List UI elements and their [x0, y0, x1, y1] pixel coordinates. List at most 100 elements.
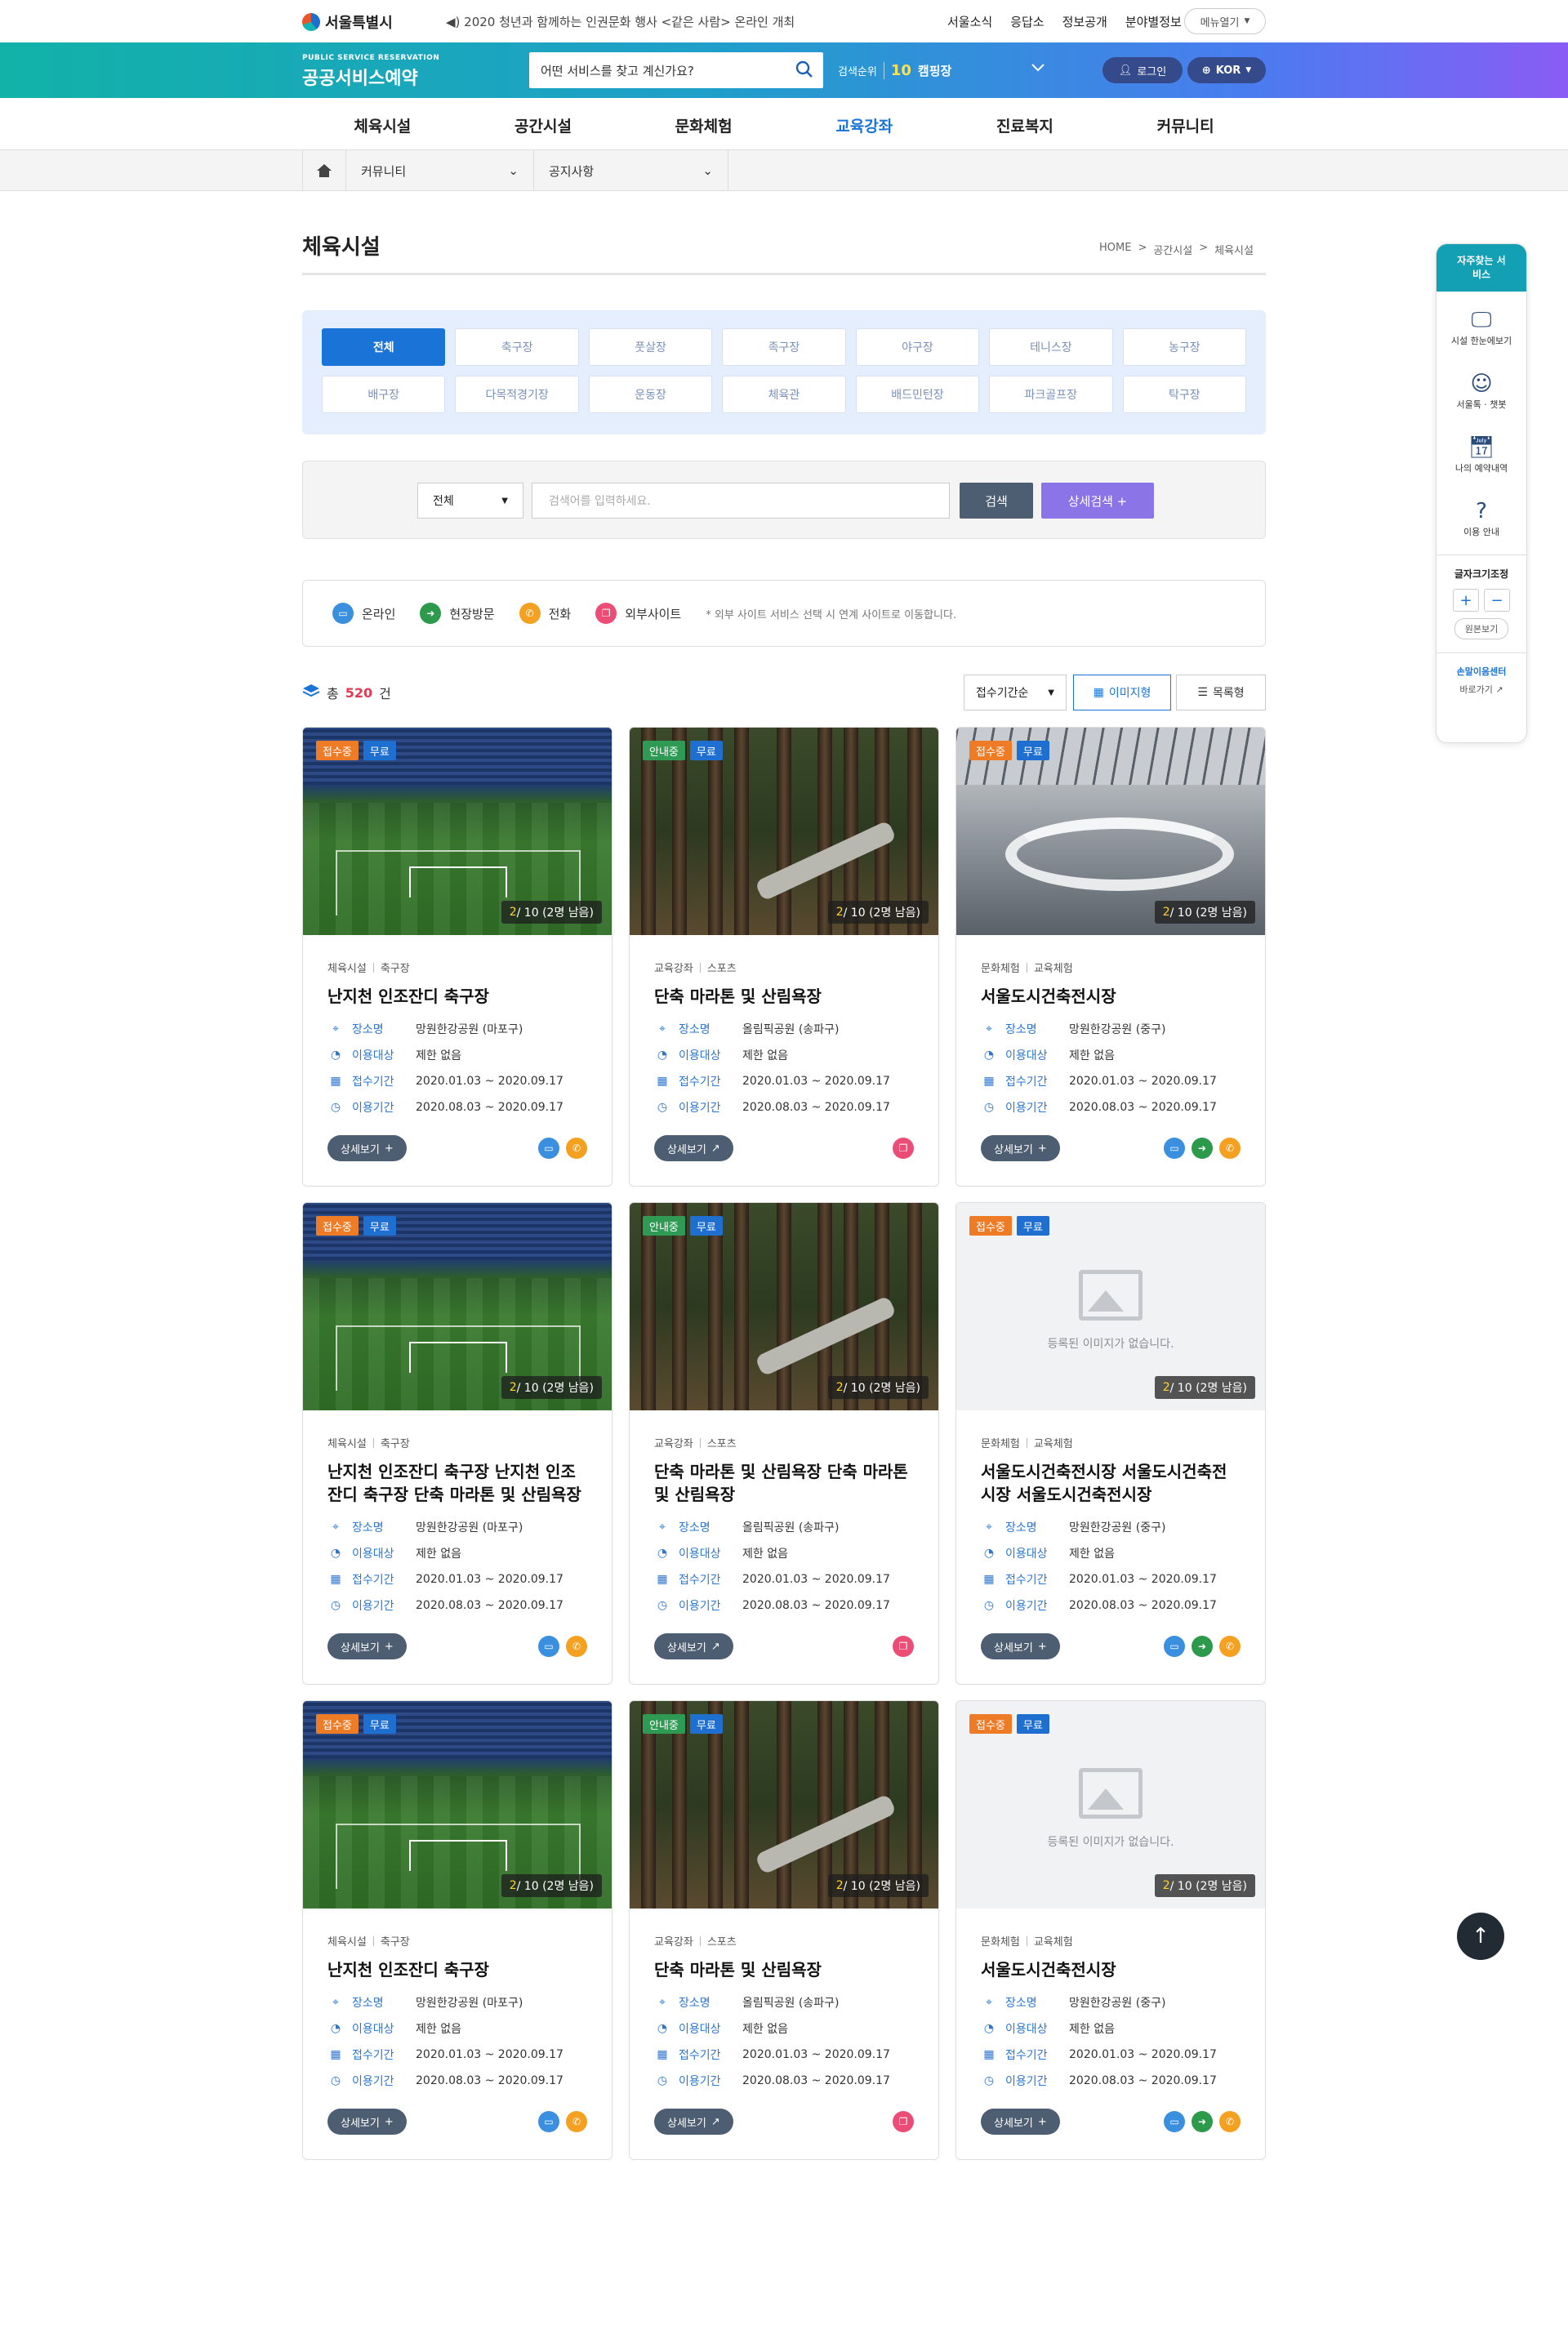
category-chip[interactable]: 농구장 — [1122, 328, 1246, 366]
facility-card[interactable]: 접수중 무료 2 / 10 (2명 남음) 체육시설 축구장 난지천 인조잔디 축구장 ⌖ 장… — [302, 727, 612, 1187]
phone-icon[interactable]: ✆ — [566, 1636, 587, 1657]
card-image[interactable]: 안내중 무료 2 / 10 (2명 남음) — [630, 1203, 938, 1410]
card-image[interactable]: 등록된 이미지가 없습니다. 접수중 무료 2 / 10 (2명 남음) — [956, 1203, 1265, 1410]
facility-card[interactable]: 안내중 무료 2 / 10 (2명 남음) 교육강좌 스포츠 단축 마라톤 및 산림욕장 ⌖… — [629, 727, 939, 1187]
login-button[interactable]: 👤︎ 로그인 — [1102, 57, 1183, 83]
facility-card[interactable]: 등록된 이미지가 없습니다. 접수중 무료 2 / 10 (2명 남음) 문화체험 교육체… — [956, 1202, 1266, 1685]
card-image[interactable]: 접수중 무료 2 / 10 (2명 남음) — [303, 728, 612, 935]
category-chip[interactable]: 야구장 — [855, 328, 980, 366]
card-image[interactable]: 접수중 무료 2 / 10 (2명 남음) — [956, 728, 1265, 935]
chevron-down-icon[interactable] — [1031, 60, 1045, 76]
enter-icon[interactable]: ➜ — [1192, 1138, 1213, 1159]
enter-icon[interactable]: ➜ — [1192, 2111, 1213, 2132]
seoul-logo[interactable]: 서울특별시 — [302, 11, 393, 33]
card-title[interactable]: 난지천 인조잔디 축구장 — [327, 1958, 587, 1981]
external-site-icon[interactable]: ❐ — [893, 2111, 914, 2132]
category-chip[interactable]: 운동장 — [588, 376, 713, 413]
category-chip[interactable]: 전체 — [322, 328, 446, 366]
category-chip[interactable]: 테니스장 — [989, 328, 1113, 366]
util-link-response[interactable]: 응답소 — [1010, 13, 1044, 30]
detail-button[interactable]: 상세보기 + — [981, 1633, 1060, 1659]
font-minus-button[interactable]: − — [1484, 589, 1510, 612]
location-dropdown-2[interactable]: 공지사항 ⌄ — [534, 150, 728, 191]
nav-education[interactable]: 교육강좌 — [835, 114, 893, 136]
view-list-button[interactable]: ☰ 목록형 — [1176, 675, 1266, 710]
phone-icon[interactable]: ✆ — [566, 2111, 587, 2132]
font-plus-button[interactable]: + — [1453, 589, 1479, 612]
search-input[interactable]: 어떤 서비스를 찾고 계신가요? — [529, 52, 823, 88]
language-select[interactable]: ⊕ KOR ▼ — [1187, 57, 1266, 83]
view-image-button[interactable]: ▦ 이미지형 — [1073, 675, 1171, 710]
monitor-icon[interactable]: ▭ — [1164, 1138, 1185, 1159]
card-title[interactable]: 서울도시건축전시장 — [981, 1958, 1241, 1981]
detail-button[interactable]: 상세보기 + — [327, 1633, 407, 1659]
detail-button[interactable]: 상세보기 ↗ — [654, 1135, 733, 1161]
facility-card[interactable]: 접수중 무료 2 / 10 (2명 남음) 문화체험 교육체험 서울도시건축전시장 ⌖ 장소명… — [956, 727, 1266, 1187]
monitor-icon[interactable]: ▭ — [538, 1138, 559, 1159]
home-icon[interactable] — [302, 150, 346, 191]
search-button[interactable]: 검색 — [960, 483, 1033, 519]
external-site-icon[interactable]: ❐ — [893, 1636, 914, 1657]
card-title[interactable]: 단축 마라톤 및 산림욕장 — [654, 1958, 914, 1981]
category-chip[interactable]: 탁구장 — [1122, 376, 1246, 413]
sort-select[interactable]: 접수기간순 ▼ — [964, 675, 1067, 710]
detail-button[interactable]: 상세보기 + — [981, 1135, 1060, 1161]
phone-icon[interactable]: ✆ — [1219, 1138, 1241, 1159]
detail-button[interactable]: 상세보기 + — [327, 2109, 407, 2135]
detail-button[interactable]: 상세보기 + — [327, 1135, 407, 1161]
phone-icon[interactable]: ✆ — [566, 1138, 587, 1159]
monitor-icon[interactable]: ▭ — [1164, 2111, 1185, 2132]
category-chip[interactable]: 다목적경기장 — [455, 376, 579, 413]
scroll-top-button[interactable]: ↑ — [1457, 1913, 1504, 1960]
external-site-icon[interactable]: ❐ — [893, 1138, 914, 1159]
card-title[interactable]: 난지천 인조잔디 축구장 — [327, 985, 587, 1008]
breadcrumb-item[interactable]: 공간시설 — [1153, 242, 1192, 257]
phone-icon[interactable]: ✆ — [1219, 1636, 1241, 1657]
facility-card[interactable]: 안내중 무료 2 / 10 (2명 남음) 교육강좌 스포츠 단축 마라톤 및 산림욕장 ⌖… — [629, 1700, 939, 2160]
card-title[interactable]: 서울도시건축전시장 서울도시건축전시장 서울도시건축전시장 — [981, 1460, 1241, 1506]
detail-search-button[interactable]: 상세검색 + — [1041, 483, 1154, 519]
keyword-input[interactable]: 검색어를 입력하세요. — [532, 483, 950, 519]
search-rank[interactable]: 검색순위 10 캠핑장 — [838, 62, 951, 79]
category-chip[interactable]: 파크골프장 — [989, 376, 1113, 413]
quick-chatbot[interactable]: ☺ 서울톡 · 챗봇 — [1437, 355, 1526, 419]
notice-text[interactable]: ◀) 2020 청년과 함께하는 인권문화 행사 <같은 사람> 온라인 개최 — [446, 13, 795, 30]
facility-card[interactable]: 접수중 무료 2 / 10 (2명 남음) 체육시설 축구장 난지천 인조잔디 축구장 난… — [302, 1202, 612, 1685]
breadcrumb-home[interactable]: HOME — [1099, 242, 1131, 257]
util-link-field[interactable]: 분야별정보 — [1125, 13, 1182, 30]
card-title[interactable]: 서울도시건축전시장 — [981, 985, 1241, 1008]
card-image[interactable]: 접수중 무료 2 / 10 (2명 남음) — [303, 1203, 612, 1410]
enter-icon[interactable]: ➜ — [1192, 1636, 1213, 1657]
menu-open-button[interactable]: 메뉴열기 ▼ — [1184, 8, 1266, 34]
card-image[interactable]: 등록된 이미지가 없습니다. 접수중 무료 2 / 10 (2명 남음) — [956, 1701, 1265, 1909]
nav-community[interactable]: 커뮤니티 — [1157, 114, 1214, 136]
quick-usage-guide[interactable]: ? 이용 안내 — [1437, 483, 1526, 546]
phone-icon[interactable]: ✆ — [1219, 2111, 1241, 2132]
detail-button[interactable]: 상세보기 + — [981, 2109, 1060, 2135]
facility-card[interactable]: 안내중 무료 2 / 10 (2명 남음) 교육강좌 스포츠 단축 마라톤 및 산림욕장 … — [629, 1202, 939, 1685]
category-chip[interactable]: 족구장 — [722, 328, 846, 366]
category-chip[interactable]: 축구장 — [455, 328, 579, 366]
monitor-icon[interactable]: ▭ — [538, 1636, 559, 1657]
nav-sports[interactable]: 체육시설 — [354, 114, 411, 136]
search-icon[interactable] — [795, 60, 813, 82]
detail-button[interactable]: 상세보기 ↗ — [654, 2109, 733, 2135]
card-image[interactable]: 안내중 무료 2 / 10 (2명 남음) — [630, 1701, 938, 1909]
category-chip[interactable]: 배구장 — [322, 376, 446, 413]
card-title[interactable]: 단축 마라톤 및 산림욕장 — [654, 985, 914, 1008]
monitor-icon[interactable]: ▭ — [538, 2111, 559, 2132]
nav-culture[interactable]: 문화체험 — [675, 114, 733, 136]
monitor-icon[interactable]: ▭ — [1164, 1636, 1185, 1657]
font-reset-button[interactable]: 원본보기 — [1454, 618, 1509, 639]
sign-language-center[interactable]: 손말이음센터 바로가기 ↗ — [1437, 653, 1526, 696]
category-chip[interactable]: 배드민턴장 — [855, 376, 980, 413]
location-dropdown-1[interactable]: 커뮤니티 ⌄ — [346, 150, 534, 191]
card-image[interactable]: 안내중 무료 2 / 10 (2명 남음) — [630, 728, 938, 935]
quick-my-reservation[interactable]: 📅︎ 나의 예약내역 — [1437, 419, 1526, 483]
nav-space[interactable]: 공간시설 — [514, 114, 572, 136]
brand-logo[interactable]: PUBLIC SERVICE RESERVATION 공공서비스예약 — [302, 54, 439, 90]
facility-card[interactable]: 등록된 이미지가 없습니다. 접수중 무료 2 / 10 (2명 남음) 문화체험 교육체… — [956, 1700, 1266, 2160]
util-link-news[interactable]: 서울소식 — [947, 13, 992, 30]
category-chip[interactable]: 풋살장 — [588, 328, 713, 366]
category-chip[interactable]: 체육관 — [722, 376, 846, 413]
